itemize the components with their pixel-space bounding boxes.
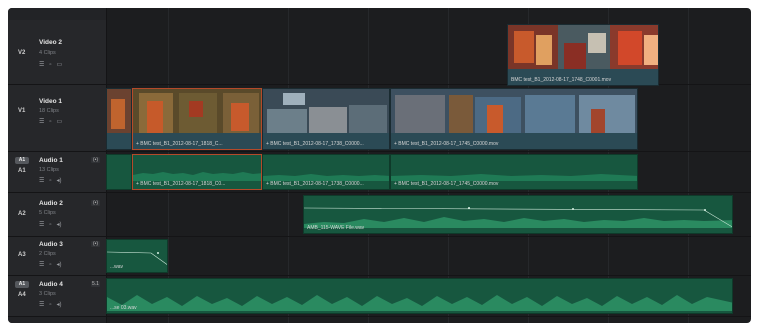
toggle-icon[interactable]: ☰ — [39, 62, 44, 68]
audio-clip-a3[interactable]: ...wav — [106, 239, 168, 273]
lock-icon[interactable]: ▫ — [49, 262, 51, 268]
speaker-icon[interactable]: ◂) — [57, 178, 62, 184]
clip-thumbnails — [391, 89, 637, 133]
track-clip-count: 2 Clips — [39, 251, 56, 257]
track-id: A2 — [18, 211, 26, 217]
clip-label: ...wav — [110, 264, 124, 270]
track-clip-count: 3 Clips — [39, 291, 56, 297]
track-header-column: V2 Video 2 4 Clips ☰ ▫ ▭ V1 Video 1 18 C… — [8, 8, 107, 323]
track-name: Audio 4 — [39, 281, 63, 288]
video-clip-v2[interactable]: BMC test_B1_2012-08-17_1748_C0001.mov — [507, 24, 659, 86]
clip-thumbnails — [133, 89, 261, 133]
track-header-v1[interactable]: V1 Video 1 18 Clips ☰ ▫ ▭ — [8, 85, 106, 152]
track-clip-count: 13 Clips — [39, 167, 59, 173]
waveform — [304, 207, 732, 228]
track-name: Audio 1 — [39, 157, 63, 164]
lock-icon[interactable]: ▫ — [49, 62, 51, 68]
clip-label: AMB_115-WAVE File.wav — [307, 225, 365, 231]
clip-thumbnails — [263, 89, 389, 133]
channel-mode-badge: (•) — [91, 200, 100, 206]
clip-label: + BMC test_B1_2012-08-17_1738_C0000... — [266, 181, 364, 187]
speaker-icon[interactable]: ◂) — [57, 222, 62, 228]
waveform — [107, 295, 732, 311]
waveform — [263, 174, 389, 181]
toggle-icon[interactable]: ☰ — [39, 222, 44, 228]
video-clip-v1-edge[interactable] — [106, 88, 132, 150]
track-name: Video 1 — [39, 98, 63, 105]
timeline-window: V2 Video 2 4 Clips ☰ ▫ ▭ V1 Video 1 18 C… — [8, 8, 751, 323]
audio-clip-a1-selected[interactable]: + BMC test_B1_2012-08-17_1818_C0... — [132, 154, 262, 190]
lock-icon[interactable]: ▫ — [49, 302, 51, 308]
clip-label: + BMC test_B1_2012-08-17_1818_C0... — [136, 181, 226, 187]
video-clip-v1-selected[interactable]: + BMC test_B1_2012-08-17_1818_C... — [132, 88, 262, 150]
keyframe[interactable] — [704, 209, 706, 211]
video-clip-v1-b[interactable]: + BMC test_B1_2012-08-17_1738_C0000... — [262, 88, 390, 150]
lock-icon[interactable]: ▫ — [49, 178, 51, 184]
track-header-v2[interactable]: V2 Video 2 4 Clips ☰ ▫ ▭ — [8, 20, 106, 85]
clip-label: + BMC test_B1_2012-08-17_1738_C0000... — [266, 141, 364, 147]
track-patch-chip[interactable]: A1 — [15, 157, 29, 164]
keyframe[interactable] — [468, 207, 470, 209]
clip-label: + BMC test_B1_2012-08-17_1745_C0000.mov — [394, 181, 499, 187]
speaker-icon[interactable]: ◂) — [57, 262, 62, 268]
video-clip-v1-c[interactable]: + BMC test_B1_2012-08-17_1745_C0000.mov — [390, 88, 638, 150]
waveform — [107, 251, 167, 265]
audio-clip-a4[interactable]: ...se 03.wav — [106, 278, 733, 314]
track-id: A1 — [18, 168, 26, 174]
track-name: Audio 2 — [39, 200, 63, 207]
track-name: Audio 3 — [39, 241, 63, 248]
track-header-a3[interactable]: A3 Audio 3 2 Clips (•) ☰ ▫ ◂) — [8, 237, 106, 276]
track-clip-count: 4 Clips — [39, 50, 56, 56]
track-id: A3 — [18, 252, 26, 258]
track-header-a1[interactable]: A1 A1 Audio 1 13 Clips (•) ☰ ▫ ◂) — [8, 152, 106, 193]
waveform — [133, 172, 261, 181]
clip-thumbnails — [508, 25, 658, 69]
timeline-track-area[interactable]: BMC test_B1_2012-08-17_1748_C0001.mov + … — [106, 8, 751, 323]
track-patch-chip[interactable]: A1 — [15, 281, 29, 288]
toggle-icon[interactable]: ☰ — [39, 302, 44, 308]
channel-mode-badge: (•) — [91, 157, 100, 163]
track-id: V1 — [18, 108, 26, 114]
clip-label: ...se 03.wav — [110, 305, 137, 311]
toggle-icon[interactable]: ☰ — [39, 262, 44, 268]
lock-icon[interactable]: ▫ — [49, 222, 51, 228]
clip-thumbnails — [107, 89, 131, 133]
speaker-icon[interactable]: ◂) — [57, 302, 62, 308]
monitor-icon[interactable]: ▭ — [57, 119, 63, 125]
clip-label: + BMC test_B1_2012-08-17_1818_C... — [136, 141, 223, 147]
clip-label: + BMC test_B1_2012-08-17_1745_C0000.mov — [394, 141, 499, 147]
track-header-a4[interactable]: A1 A4 Audio 4 3 Clips 5.1 ☰ ▫ ◂) — [8, 276, 106, 317]
track-id: A4 — [18, 292, 26, 298]
lock-icon[interactable]: ▫ — [49, 119, 51, 125]
channel-mode-badge: (•) — [91, 241, 100, 247]
toggle-icon[interactable]: ☰ — [39, 178, 44, 184]
track-header-a2[interactable]: A2 Audio 2 5 Clips (•) ☰ ▫ ◂) — [8, 193, 106, 237]
waveform — [391, 174, 637, 181]
audio-clip-a1-c[interactable]: + BMC test_B1_2012-08-17_1745_C0000.mov — [390, 154, 638, 190]
audio-clip-a1-b[interactable]: + BMC test_B1_2012-08-17_1738_C0000... — [262, 154, 390, 190]
monitor-icon[interactable]: ▭ — [57, 62, 63, 68]
clip-label: BMC test_B1_2012-08-17_1748_C0001.mov — [511, 77, 612, 83]
track-clip-count: 5 Clips — [39, 210, 56, 216]
audio-clip-a2[interactable]: AMB_115-WAVE File.wav — [303, 195, 733, 234]
track-id: V2 — [18, 50, 26, 56]
keyframe[interactable] — [157, 252, 159, 254]
audio-clip-a1-edge[interactable] — [106, 154, 132, 190]
track-clip-count: 18 Clips — [39, 108, 59, 114]
keyframe[interactable] — [572, 208, 574, 210]
channel-mode-badge: 5.1 — [91, 281, 100, 287]
toggle-icon[interactable]: ☰ — [39, 119, 44, 125]
track-name: Video 2 — [39, 39, 63, 46]
